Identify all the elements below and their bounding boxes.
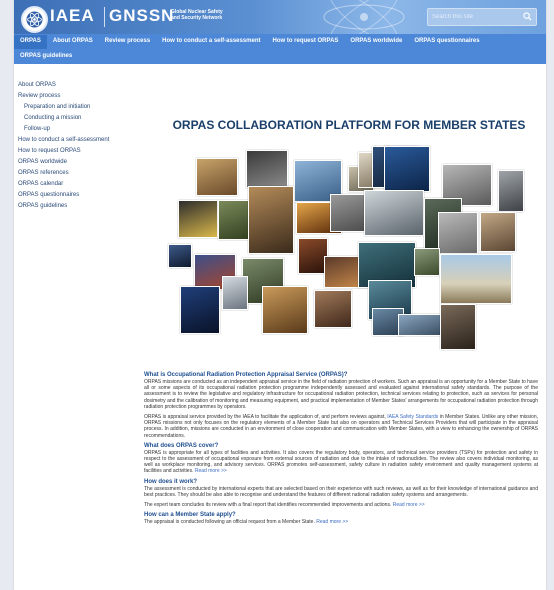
sidebar-item-references[interactable]: ORPAS references [18, 168, 138, 179]
collage-photo [398, 314, 442, 336]
section-heading-how-it-works: How does it work? [144, 478, 198, 485]
sidebar-item-questionnaires[interactable]: ORPAS questionnaires [18, 190, 138, 201]
brand-divider [104, 7, 105, 27]
header-decoration-icon [323, 0, 405, 34]
sidebar-item-worldwide[interactable]: ORPAS worldwide [18, 157, 138, 168]
brand-gnssn[interactable]: GNSSN [109, 6, 174, 26]
brand-subtitle: Global Nuclear Safety and Security Netwo… [171, 9, 223, 21]
collage-photo [314, 290, 352, 328]
collage-photo [440, 254, 512, 304]
read-more-link[interactable]: Read more >> [195, 468, 227, 474]
collage-photo [178, 200, 218, 238]
nav-self-assessment[interactable]: How to conduct a self-assessment [156, 35, 266, 49]
collage-photo [248, 186, 294, 254]
collage-photo [364, 190, 424, 236]
section-paragraph: The expert team concludes its review wit… [144, 502, 538, 508]
nav-about-orpas[interactable]: About ORPAS [47, 35, 99, 49]
nav-orpas-worldwide[interactable]: ORPAS worldwide [344, 35, 408, 49]
collage-photo [480, 212, 516, 252]
collage-photo [168, 244, 192, 268]
main-content: What is Occupational Radiation Protectio… [144, 368, 538, 529]
search-icon[interactable] [523, 12, 532, 21]
section-heading-what-is-orpas: What is Occupational Radiation Protectio… [144, 372, 348, 378]
sidebar-item-about-orpas[interactable]: About ORPAS [18, 80, 138, 91]
section-paragraph: ORPAS is appraisal service provided by t… [144, 414, 538, 439]
paragraph-text: The appraisal is conducted following an … [144, 519, 315, 526]
collage-photo [498, 170, 524, 212]
collage-photo [246, 150, 288, 188]
page: IAEA GNSSN Global Nuclear Safety and Sec… [14, 0, 546, 590]
sidebar-item-self-assessment[interactable]: How to conduct a self-assessment [18, 135, 138, 146]
page-title: ORPAS COLLABORATION PLATFORM FOR MEMBER … [172, 118, 526, 132]
sidebar: About ORPAS Review process Preparation a… [18, 80, 138, 212]
sidebar-item-conducting-mission[interactable]: Conducting a mission [18, 113, 138, 124]
section-heading-how-to-apply: How can a Member State apply? [144, 512, 236, 519]
brand-iaea[interactable]: IAEA [50, 6, 95, 26]
nav-orpas-guidelines[interactable]: ORPAS guidelines [14, 50, 78, 64]
iaea-emblem-icon[interactable] [21, 6, 48, 33]
read-more-link[interactable]: Read more >> [393, 502, 425, 508]
paragraph-text: The expert team concludes its review wit… [144, 502, 392, 509]
section-paragraph: The assessment is conducted by internati… [144, 485, 538, 498]
section-paragraph: ORPAS missions are conducted as an indep… [144, 379, 538, 410]
main-navigation: ORPAS About ORPAS Review process How to … [14, 34, 546, 64]
collage-photo [414, 248, 440, 276]
collage-photo [438, 212, 478, 254]
sidebar-item-preparation[interactable]: Preparation and initiation [18, 102, 138, 113]
section-heading-coverage: What does ORPAS cover? [144, 442, 219, 449]
section-paragraph: The appraisal is conducted following an … [144, 519, 538, 525]
sidebar-item-review-process[interactable]: Review process [18, 91, 138, 102]
nav-orpas[interactable]: ORPAS [14, 35, 47, 49]
sidebar-item-calendar[interactable]: ORPAS calendar [18, 179, 138, 190]
photo-collage [162, 141, 534, 351]
iaea-safety-standards-link[interactable]: IAEA Safety Standards [387, 414, 438, 420]
nav-review-process[interactable]: Review process [99, 35, 156, 49]
search-input[interactable] [428, 9, 518, 25]
nav-request-orpas[interactable]: How to request ORPAS [267, 35, 345, 49]
site-header: IAEA GNSSN Global Nuclear Safety and Sec… [14, 0, 546, 34]
search-box[interactable] [427, 8, 537, 26]
collage-photo [180, 286, 220, 334]
collage-photo [384, 146, 430, 192]
section-paragraph: ORPAS is appropriate for all types of fa… [144, 450, 538, 475]
nav-orpas-questionnaires[interactable]: ORPAS questionnaires [408, 35, 485, 49]
collage-photo [196, 158, 238, 196]
sidebar-item-follow-up[interactable]: Follow-up [18, 124, 138, 135]
collage-photo [222, 276, 248, 310]
collage-photo [440, 304, 476, 350]
read-more-link[interactable]: Read more >> [316, 519, 348, 525]
paragraph-text: ORPAS is appraisal service provided by t… [144, 414, 386, 421]
sidebar-item-request-orpas[interactable]: How to request ORPAS [18, 146, 138, 157]
sidebar-item-guidelines[interactable]: ORPAS guidelines [18, 201, 138, 212]
collage-photo [218, 200, 250, 240]
collage-photo [262, 286, 308, 334]
